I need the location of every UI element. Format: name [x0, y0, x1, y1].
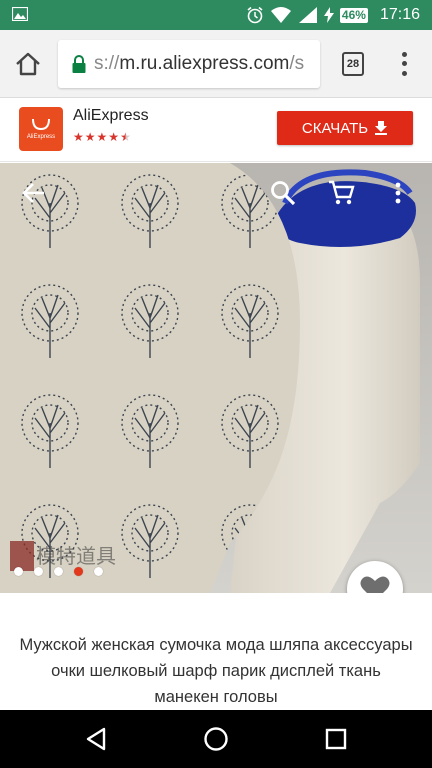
star-icon: ★ — [84, 130, 96, 144]
star-icon: ★ — [96, 130, 108, 144]
nav-home-icon[interactable] — [203, 726, 229, 752]
app-rating: ★ ★ ★ ★ ★ — [73, 130, 131, 144]
url-host: m.ru.aliexpress.com — [119, 53, 290, 74]
cart-icon[interactable] — [327, 179, 355, 207]
search-icon[interactable] — [269, 179, 297, 207]
lock-icon — [72, 55, 86, 73]
browser-toolbar: s://m.ru.aliexpress.com/s 28 — [0, 30, 432, 98]
nav-recents-icon[interactable] — [323, 726, 349, 752]
url-prefix: s:// — [94, 53, 120, 74]
heart-icon — [360, 576, 390, 593]
download-button[interactable]: СКАЧАТЬ — [277, 111, 413, 145]
status-bar: 46% 17:16 — [0, 0, 432, 30]
home-icon[interactable] — [14, 50, 42, 78]
image-icon — [12, 7, 28, 21]
product-photo: 模特道具 — [0, 163, 432, 593]
url-text: s://m.ru.aliexpress.com/s — [94, 53, 304, 75]
battery-percent: 46% — [339, 7, 368, 23]
clock: 17:16 — [379, 6, 420, 23]
logo-text: AliExpress — [26, 134, 56, 140]
alarm-icon — [247, 6, 263, 24]
battery-indicator: 46% — [339, 7, 368, 23]
shopping-bag-icon — [32, 118, 50, 131]
product-title: Мужской женская сумочка мода шляпа аксес… — [19, 636, 413, 706]
watermark: 模特道具 — [36, 544, 116, 568]
carousel-dot[interactable] — [54, 567, 63, 576]
bolt-icon — [323, 7, 334, 23]
star-icon: ★ — [73, 130, 84, 144]
signal-icon — [298, 7, 317, 23]
star-icon: ★ — [108, 130, 120, 144]
half-star-icon: ★ — [120, 130, 131, 144]
android-nav-bar — [0, 710, 432, 768]
url-suffix: /s — [289, 53, 305, 74]
carousel-dot[interactable] — [74, 567, 83, 576]
back-arrow-icon[interactable] — [20, 179, 48, 207]
carousel-dot[interactable] — [94, 567, 103, 576]
address-bar[interactable]: s://m.ru.aliexpress.com/s — [58, 40, 320, 88]
more-vert-icon[interactable] — [384, 179, 412, 207]
nav-back-icon[interactable] — [84, 726, 110, 752]
aliexpress-logo: AliExpress — [19, 107, 63, 151]
product-image-carousel[interactable]: 模特道具 — [0, 163, 432, 593]
carousel-dot[interactable] — [14, 567, 23, 576]
status-icons: 46% 17:16 — [246, 4, 420, 26]
app-name: AliExpress — [73, 107, 149, 124]
wifi-icon — [270, 7, 291, 23]
download-icon — [375, 121, 388, 135]
carousel-dot[interactable] — [34, 567, 43, 576]
browser-menu-button[interactable] — [396, 50, 412, 78]
carousel-indicator — [14, 567, 103, 576]
more-vert-icon — [401, 52, 407, 58]
tab-switcher-button[interactable]: 28 — [342, 52, 364, 76]
download-label: СКАЧАТЬ — [301, 119, 369, 137]
tab-count: 28 — [346, 58, 360, 70]
app-install-banner: AliExpress AliExpress ★ ★ ★ ★ ★ СКАЧАТЬ — [0, 99, 432, 162]
